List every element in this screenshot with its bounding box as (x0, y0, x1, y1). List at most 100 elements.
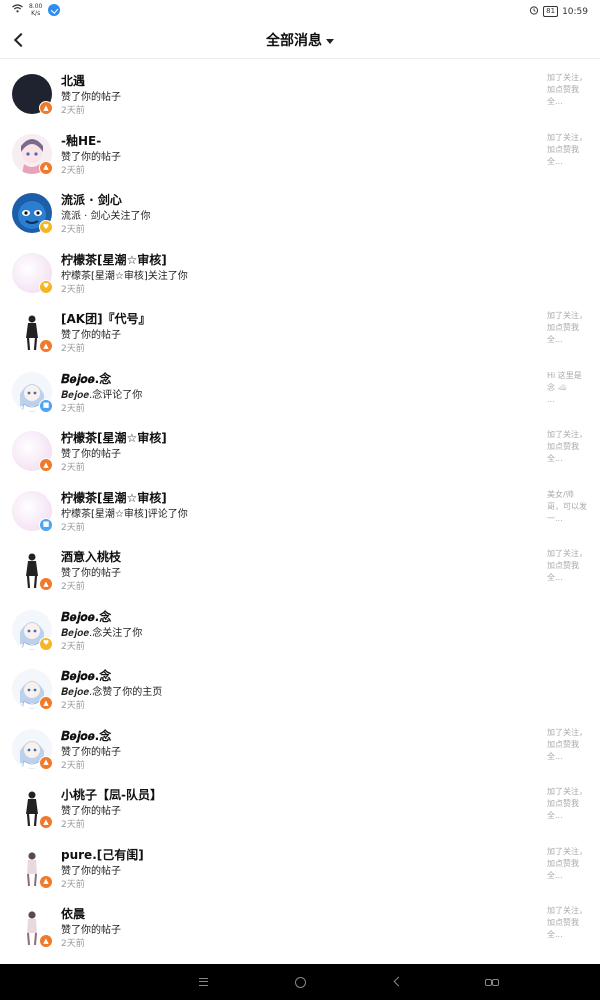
like-badge-icon: ▲ (39, 934, 53, 948)
battery-icon: 81 (543, 6, 559, 17)
sender-name[interactable]: 柠檬茶[星潮☆审核] (61, 429, 167, 446)
message-filter-dropdown[interactable]: 全部消息 (0, 22, 600, 58)
sender-name[interactable]: 𝑩𝒆𝒋𝒐𝒆.念 (61, 667, 111, 684)
message-item[interactable]: ▲ -釉HE- 赞了你的帖子 2天前 加了关注， 加点赞我 全... (0, 126, 600, 186)
message-item[interactable]: ♥ 𝑩𝒆𝒋𝒐𝒆.念 𝑩𝒆𝒋𝒐𝒆.念关注了你 2天前 (0, 602, 600, 662)
message-action: 赞了你的帖子 (61, 330, 121, 341)
like-badge-icon: ▲ (39, 339, 53, 353)
message-item[interactable]: ▲ [AK团]『代号』赞了你的帖子 2天前 加了关注， 加点赞我 全... (0, 304, 600, 364)
message-time: 2天前 (61, 820, 85, 830)
content-preview[interactable] (547, 667, 591, 707)
message-item[interactable]: ▲ 柠檬茶[星潮☆审核] 赞了你的帖子 2天前 加了关注， 加点赞我 全... (0, 423, 600, 483)
message-action: 𝑩𝒆𝒋𝒐𝒆.念评论了你 (61, 389, 143, 401)
message-item[interactable]: ▲ pure.[己有闺] 赞了你的帖子 2天前 加了关注， 加点赞我 全... (0, 840, 600, 900)
message-item[interactable]: ▲ 𝑩𝒆𝒋𝒐𝒆.念 𝑩𝒆𝒋𝒐𝒆.念赞了你的主页 2天前 (0, 661, 600, 721)
home-icon[interactable] (292, 974, 308, 990)
follow-badge-icon: ♥ (39, 220, 53, 234)
message-time: 2天前 (61, 701, 85, 711)
sender-name[interactable]: pure.[己有闺] (61, 846, 144, 863)
app-notification-icon (48, 4, 61, 16)
sender-name[interactable]: 柠檬茶[星潮☆审核] (61, 251, 167, 268)
content-preview[interactable]: 美女/帅 哥，可以发 一... (547, 489, 591, 529)
message-time: 2天前 (61, 106, 85, 116)
content-preview[interactable]: 加了关注， 加点赞我 全... (547, 905, 591, 945)
message-time: 2天前 (61, 939, 85, 949)
message-list: ▲ 北遇 赞了你的帖子 2天前 加了关注， 加点赞我 全... ▲ -釉HE- 赞了你的帖子 2… (0, 66, 600, 959)
message-action: 流派 · 剑心关注了你 (61, 211, 151, 222)
sender-name[interactable]: 柠檬茶[星潮☆审核] (61, 489, 167, 506)
system-nav-bar (0, 964, 600, 1000)
sender-name[interactable]: 北遇 (61, 72, 85, 89)
content-preview[interactable] (547, 191, 591, 231)
message-action: 赞了你的帖子 (61, 92, 121, 103)
network-speed-value: 8.00 (29, 3, 43, 10)
status-left: 8.00 K/s (12, 3, 61, 17)
content-preview[interactable]: 加了关注， 加点赞我 全... (547, 429, 591, 469)
message-item[interactable]: ♥ 流派 · 剑心流派 · 剑心关注了你 2天前 (0, 185, 600, 245)
network-speed-unit: K/s (31, 10, 41, 17)
content-preview[interactable] (547, 608, 591, 648)
message-time: 2天前 (61, 403, 85, 414)
message-time: 2天前 (61, 344, 85, 354)
content-preview[interactable]: Hi 这里是 念 ☁️ ... (547, 370, 591, 410)
message-time: 2天前 (61, 760, 85, 771)
message-item[interactable]: ■ 𝑩𝒆𝒋𝒐𝒆.念 𝑩𝒆𝒋𝒐𝒆.念评论了你 2天前 Hi 这里是 念 ☁️ ... (0, 364, 600, 424)
message-action: 赞了你的帖子 (61, 806, 121, 817)
sender-name[interactable]: 流派 · 剑心 (61, 191, 122, 208)
message-item[interactable]: ▲ 小桃子【凨-队员】赞了你的帖子 2天前 加了关注， 加点赞我 全... (0, 780, 600, 840)
sender-name[interactable]: 𝑩𝒆𝒋𝒐𝒆.念 (61, 370, 111, 387)
like-badge-icon: ▲ (39, 874, 53, 889)
message-time: 2天前 (61, 641, 85, 652)
message-action: 柠檬茶[星潮☆审核]评论了你 (61, 508, 188, 520)
message-action: 赞了你的帖子 (61, 568, 121, 579)
content-preview[interactable] (547, 251, 591, 291)
status-right: 81 10:59 (529, 5, 588, 18)
message-action: 柠檬茶[星潮☆审核]关注了你 (61, 270, 188, 282)
message-item[interactable]: ▲ 酒意入桃枝赞了你的帖子 2天前 加了关注， 加点赞我 全... (0, 542, 600, 602)
message-time: 2天前 (61, 165, 85, 176)
message-time: 2天前 (61, 225, 85, 235)
clock: 10:59 (562, 6, 588, 17)
header: 全部消息 (0, 22, 600, 59)
content-preview[interactable]: 加了关注， 加点赞我 全... (547, 72, 591, 112)
comment-badge-icon: ■ (39, 517, 53, 532)
recent-apps-icon[interactable] (484, 974, 500, 990)
sender-name[interactable]: 酒意入桃枝 (61, 548, 121, 565)
like-badge-icon: ▲ (39, 160, 53, 175)
message-time: 2天前 (61, 879, 85, 890)
sender-name[interactable]: -釉HE- (61, 132, 101, 149)
sender-name[interactable]: 𝑩𝒆𝒋𝒐𝒆.念 (61, 608, 111, 625)
content-preview[interactable]: 加了关注， 加点赞我 全... (547, 786, 591, 826)
message-item[interactable]: ▲ 𝑩𝒆𝒋𝒐𝒆.念 赞了你的帖子 2天前 加了关注， 加点赞我 全... (0, 721, 600, 781)
page-title: 全部消息 (266, 33, 322, 49)
content-preview[interactable]: 加了关注， 加点赞我 全... (547, 846, 591, 886)
content-preview[interactable]: 加了关注， 加点赞我 全... (547, 548, 591, 588)
sender-name[interactable]: 𝑩𝒆𝒋𝒐𝒆.念 (61, 727, 111, 744)
comment-badge-icon: ■ (39, 398, 53, 413)
like-badge-icon: ▲ (39, 101, 53, 115)
sender-name[interactable]: 小桃子【凨-队员】 (61, 786, 162, 803)
content-preview[interactable]: 加了关注， 加点赞我 全... (547, 727, 591, 767)
status-bar: 8.00 K/s 81 10:59 (0, 0, 600, 22)
nav-back-icon[interactable] (390, 974, 406, 990)
like-badge-icon: ▲ (39, 577, 53, 591)
message-item[interactable]: ■ 柠檬茶[星潮☆审核] 柠檬茶[星潮☆审核]评论了你 2天前 美女/帅 哥，可以发 一… (0, 483, 600, 543)
sender-name[interactable]: [AK团]『代号』 (61, 310, 151, 327)
caret-down-icon (326, 38, 334, 44)
message-action: 𝑩𝒆𝒋𝒐𝒆.念赞了你的主页 (61, 687, 163, 698)
menu-icon[interactable] (196, 974, 212, 990)
message-time: 2天前 (61, 284, 85, 295)
message-item[interactable]: ♥ 柠檬茶[星潮☆审核] 柠檬茶[星潮☆审核]关注了你 2天前 (0, 245, 600, 305)
like-badge-icon: ▲ (39, 696, 53, 710)
content-preview[interactable]: 加了关注， 加点赞我 全... (547, 132, 591, 172)
content-preview[interactable]: 加了关注， 加点赞我 全... (547, 310, 591, 350)
sender-name[interactable]: 依晨 (61, 905, 85, 922)
network-speed: 8.00 K/s (29, 3, 42, 17)
message-item[interactable]: ▲ 北遇赞了你的帖子 2天前 加了关注， 加点赞我 全... (0, 66, 600, 126)
message-time: 2天前 (61, 522, 85, 533)
like-badge-icon: ▲ (39, 755, 53, 770)
like-badge-icon: ▲ (39, 815, 53, 829)
message-time: 2天前 (61, 582, 85, 592)
message-action: 赞了你的帖子 (61, 449, 121, 460)
message-item[interactable]: ▲ 依晨 赞了你的帖子 2天前 加了关注， 加点赞我 全... (0, 899, 600, 959)
